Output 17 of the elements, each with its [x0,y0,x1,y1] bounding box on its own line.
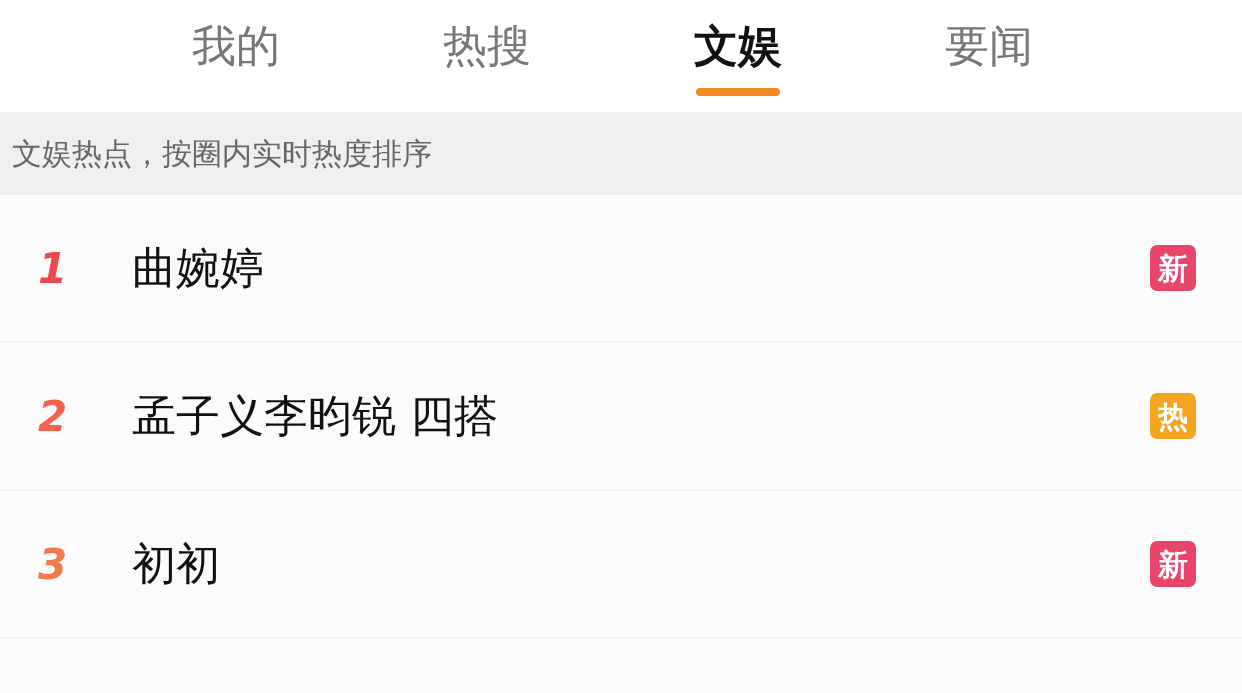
topic-title: 孟子义李昀锐 四搭 [132,389,499,443]
badge: 新 [1150,541,1196,587]
badge: 热 [1150,393,1196,439]
list-row[interactable]: 3 初初 新 [0,491,1242,639]
topic-title: 曲婉婷 [132,241,265,295]
notice-text: 文娱热点，按圈内实时热度排序 [12,135,432,173]
rank-number: 1 [38,242,69,295]
tab[interactable]: 我的 [110,0,361,112]
rank-number: 2 [38,390,69,443]
topic-title: 初初 [132,537,221,591]
list-row[interactable]: 1 曲婉婷 新 [0,195,1242,343]
badge: 新 [1150,245,1196,291]
list-row[interactable]: 2 孟子义李昀锐 四搭 热 [0,343,1242,491]
tab[interactable]: 热搜 [361,0,612,112]
tab[interactable]: 文娱 [612,0,863,112]
rank-number: 3 [38,538,69,591]
tab[interactable]: 要闻 [863,0,1114,112]
